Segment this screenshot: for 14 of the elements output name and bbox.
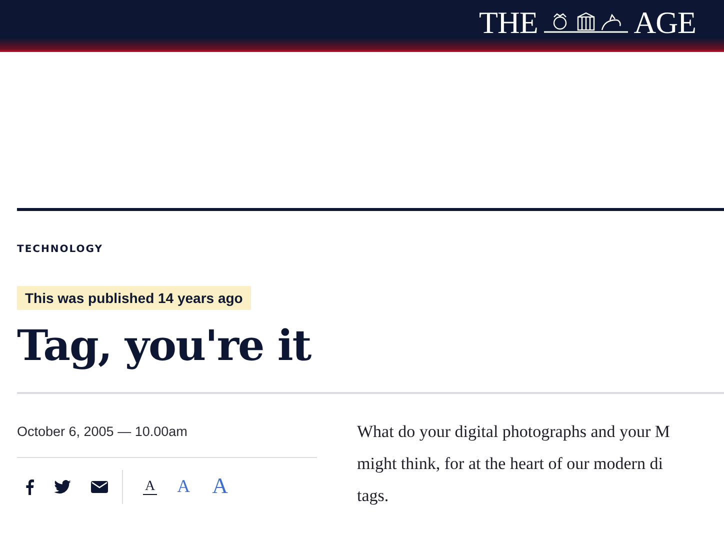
crest-icon bbox=[544, 12, 628, 34]
facebook-icon[interactable] bbox=[25, 479, 34, 495]
logo-text[interactable]: AGE bbox=[634, 5, 696, 41]
logo-text[interactable]: THE bbox=[479, 5, 538, 41]
section-link[interactable]: TECHNOLOGY bbox=[17, 244, 103, 255]
email-icon[interactable] bbox=[91, 481, 108, 493]
article-title: Tag, you're it bbox=[17, 320, 311, 372]
text-size-button[interactable]: A bbox=[143, 478, 158, 496]
article-body: What do your digital photographs and your M might think, for at the heart of our modern di tags. bbox=[357, 421, 670, 507]
text-size-button[interactable]: A bbox=[175, 476, 192, 498]
text-size-button[interactable]: A bbox=[210, 474, 230, 500]
age-notice: This was published 14 years ago bbox=[17, 286, 251, 310]
article-date: October 6, 2005 — 10.00am bbox=[17, 424, 188, 439]
twitter-icon[interactable] bbox=[54, 480, 71, 494]
